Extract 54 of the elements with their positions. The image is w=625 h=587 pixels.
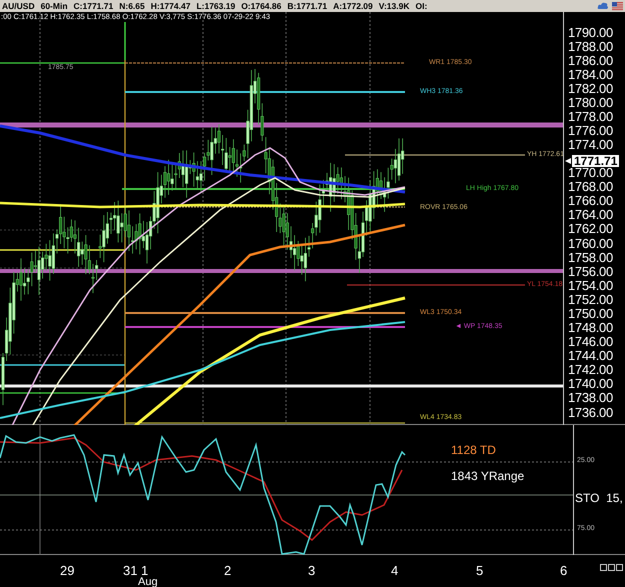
date-label: 31	[123, 563, 138, 578]
price-tick-label: 1754.00	[568, 278, 613, 292]
price-tick-label: 1748.00	[568, 321, 613, 334]
price-tick-label: 1774.00	[568, 138, 613, 152]
month-label: Aug	[138, 576, 158, 587]
quote-field: 60-Min	[40, 1, 68, 11]
price-tick-label: 1768.00	[568, 180, 613, 194]
date-label: 2	[224, 563, 232, 578]
price-tick-label: 1764.00	[568, 208, 613, 222]
price-tick-label: 1760.00	[568, 236, 613, 250]
price-tick-label: 1784.00	[568, 68, 613, 81]
date-label: 5	[476, 563, 484, 578]
price-tick-label: 1740.00	[568, 377, 613, 390]
current-price-label: 1771.71	[571, 154, 620, 168]
price-tick-label: 1766.00	[568, 194, 613, 208]
price-tick-label: 1780.00	[568, 96, 613, 109]
price-tick-label: 1744.00	[568, 349, 613, 362]
date-label: 1	[141, 563, 148, 578]
price-tick-label: 1762.00	[568, 222, 613, 236]
price-tick-label: 1758.00	[568, 250, 613, 264]
indicator-name: STO 15,	[575, 491, 623, 505]
quote-field: V:13.9K	[378, 1, 410, 11]
price-tick-label: 1750.00	[568, 306, 613, 320]
price-tick-label: 1770.00	[568, 166, 613, 180]
price-tick-label: 1778.00	[568, 110, 613, 123]
quote-field: O:1764.86	[241, 1, 282, 11]
quote-field: AU/USD	[2, 1, 35, 11]
price-tick-label: 1752.00	[568, 292, 613, 306]
quote-field: N:6.65	[119, 1, 145, 11]
pointer-icon	[565, 158, 571, 164]
quote-field: B:1771.71	[287, 1, 328, 11]
indicator-label: 1128 TD	[451, 443, 496, 457]
price-tick-label: 1788.00	[568, 40, 613, 53]
price-tick-label: 1786.00	[568, 54, 613, 67]
price-tick-label: 1756.00	[568, 264, 613, 278]
date-label: 4	[391, 563, 398, 578]
quote-field: C:1771.71	[74, 1, 114, 11]
indicator-label: 1843 YRange	[451, 469, 524, 483]
flag-icon[interactable]	[612, 2, 623, 10]
quote-field: H:1774.47	[150, 1, 190, 11]
price-tick-label: 1742.00	[568, 363, 613, 376]
price-tick-label: 1782.00	[568, 82, 613, 95]
price-tick-label: 1738.00	[568, 391, 613, 404]
quote-field: OI:	[415, 1, 428, 11]
date-label: 29	[60, 563, 74, 578]
cloud-icon[interactable]	[597, 1, 609, 11]
quote-field: L:1763.19	[196, 1, 236, 11]
price-tick-label: 1746.00	[568, 335, 613, 348]
date-label: 3	[308, 563, 316, 578]
quote-field: A:1772.09	[333, 1, 373, 11]
price-tick-label: 1736.00	[568, 406, 613, 418]
date-label: 6	[560, 563, 568, 578]
price-tick-label: 1776.00	[568, 124, 613, 138]
price-tick-label: 1790.00	[568, 26, 613, 38]
